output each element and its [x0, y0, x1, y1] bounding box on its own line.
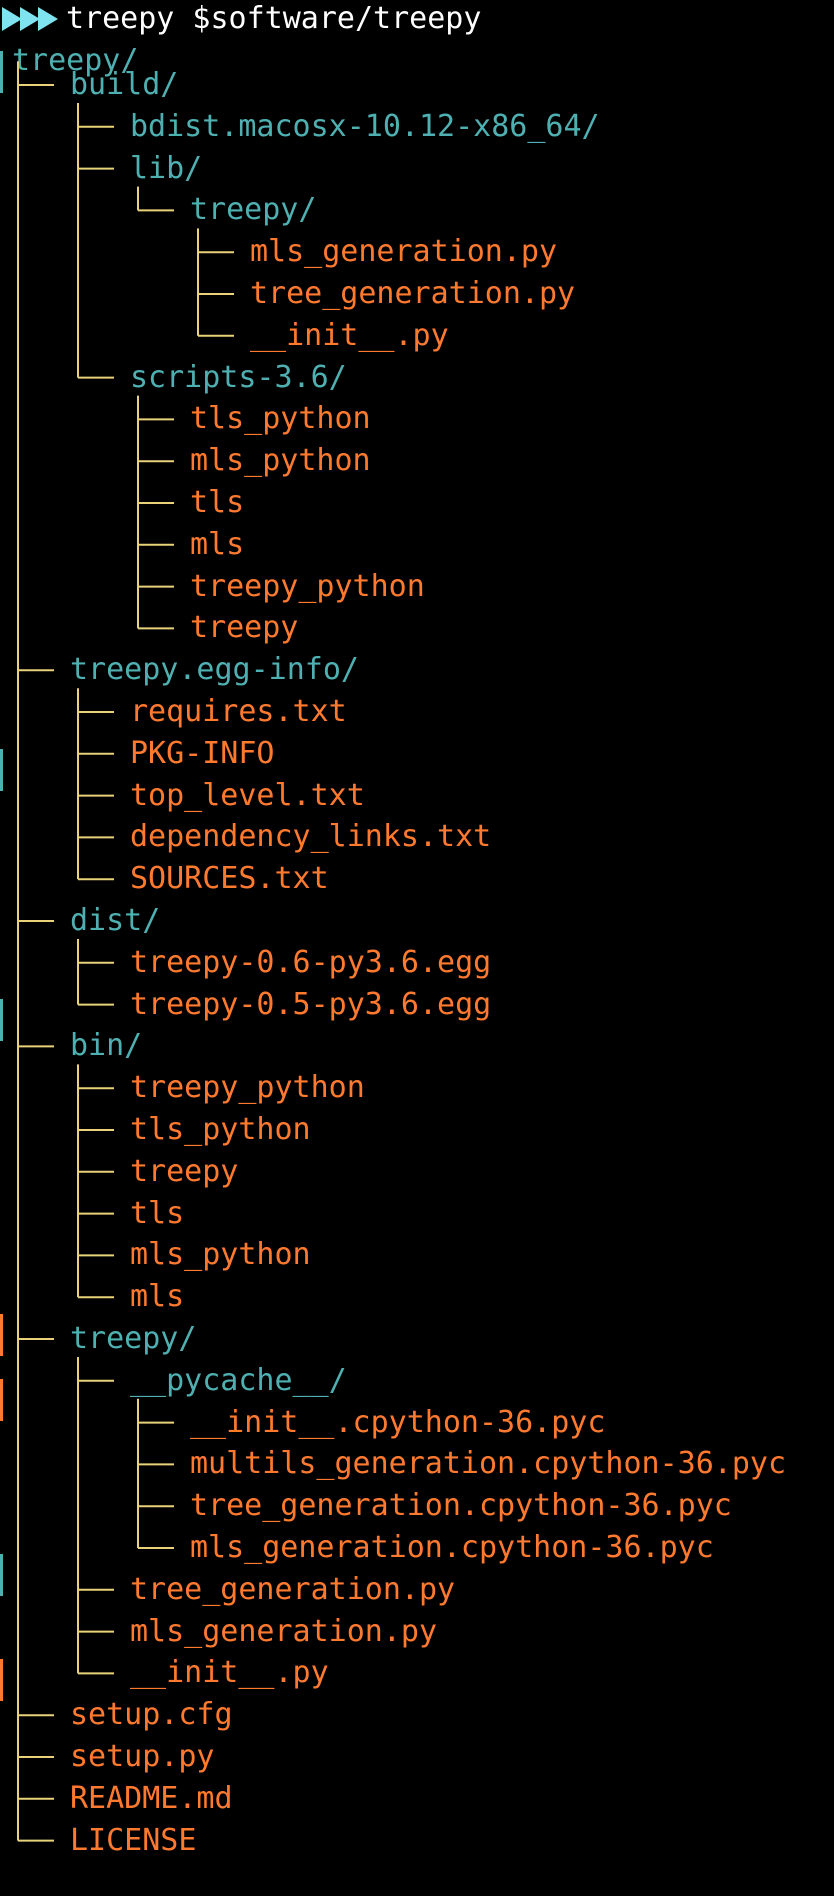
tree-file-entry: mls_generation.py	[250, 234, 558, 270]
tree-file-entry: setup.py	[70, 1739, 215, 1774]
margin-marker	[0, 1659, 3, 1701]
tree-file-entry: setup.cfg	[70, 1697, 233, 1733]
margin-marker	[0, 1554, 3, 1596]
tree-file-entry: dependency_links.txt	[130, 819, 492, 855]
tree-dir-entry: __pycache__/	[130, 1362, 347, 1398]
margin-marker	[0, 1314, 3, 1356]
tree-dir-entry: scripts-3.6/	[130, 359, 347, 395]
tree-file-entry: tls	[130, 1195, 185, 1231]
tree-file-entry: tree_generation.py	[250, 276, 576, 311]
terminal-window: treepy $software/treepy treepy/ build/bd…	[0, 0, 834, 1896]
tree-dir-entry: build/	[70, 67, 179, 102]
tree-file-entry: tls	[190, 485, 245, 520]
tree-file-entry: tls_python	[130, 1112, 311, 1147]
tree-file-entry: treepy	[130, 1153, 239, 1189]
tree-dir-entry: treepy/	[70, 1321, 197, 1356]
tree-file-entry: treepy-0.5-py3.6.egg	[130, 986, 492, 1022]
tree-file-entry: SOURCES.txt	[130, 861, 329, 897]
tree-file-entry: tree_generation.py	[130, 1571, 456, 1607]
tree-dir-entry: dist/	[70, 903, 161, 938]
tree-file-entry: __init__.py	[250, 317, 449, 353]
tree-file-entry: mls_python	[190, 443, 371, 479]
tree-file-entry: top_level.txt	[130, 777, 365, 813]
margin-marker	[0, 51, 3, 93]
tree-file-entry: treepy-0.6-py3.6.egg	[130, 944, 492, 980]
margin-marker	[0, 999, 3, 1041]
tree-file-entry: treepy_python	[190, 568, 425, 604]
tree-dir-entry: treepy/	[190, 192, 317, 228]
tree-file-entry: README.md	[70, 1780, 233, 1816]
tree-file-entry: tls_python	[190, 401, 371, 437]
tree-file-entry: mls_python	[130, 1237, 311, 1273]
tree-file-entry: mls_generation.py	[130, 1613, 438, 1649]
tree-file-entry: __init__.py	[130, 1655, 329, 1691]
tree-file-entry: PKG-INFO	[130, 735, 275, 771]
tree-file-entry: multils_generation.cpython-36.pyc	[190, 1446, 787, 1482]
tree-dir-entry: bdist.macosx-10.12-x86_64/	[130, 108, 600, 144]
tree-file-entry: treepy	[190, 610, 299, 646]
tree-file-entry: LICENSE	[70, 1822, 197, 1858]
tree-file-entry: __init__.cpython-36.pyc	[190, 1404, 606, 1440]
margin-marker	[0, 1379, 3, 1421]
tree-file-entry: mls	[130, 1279, 185, 1315]
tree-dir-entry: lib/	[130, 150, 203, 186]
margin-marker	[0, 749, 3, 791]
tree-dir-entry: treepy.egg-info/	[70, 652, 359, 688]
tree-file-entry: tree_generation.cpython-36.pyc	[190, 1488, 732, 1524]
tree-file-entry: mls_generation.cpython-36.pyc	[190, 1530, 714, 1565]
double-triangle-prompt-icon	[2, 7, 58, 31]
prompt-line: treepy $software/treepy	[0, 0, 834, 38]
tree-file-entry: treepy_python	[130, 1070, 365, 1106]
tree-file-entry: mls	[190, 526, 245, 562]
prompt-command-text: treepy $software/treepy	[66, 1, 482, 36]
tree-file-entry: requires.txt	[130, 694, 347, 729]
tree-dir-entry: bin/	[70, 1028, 143, 1064]
